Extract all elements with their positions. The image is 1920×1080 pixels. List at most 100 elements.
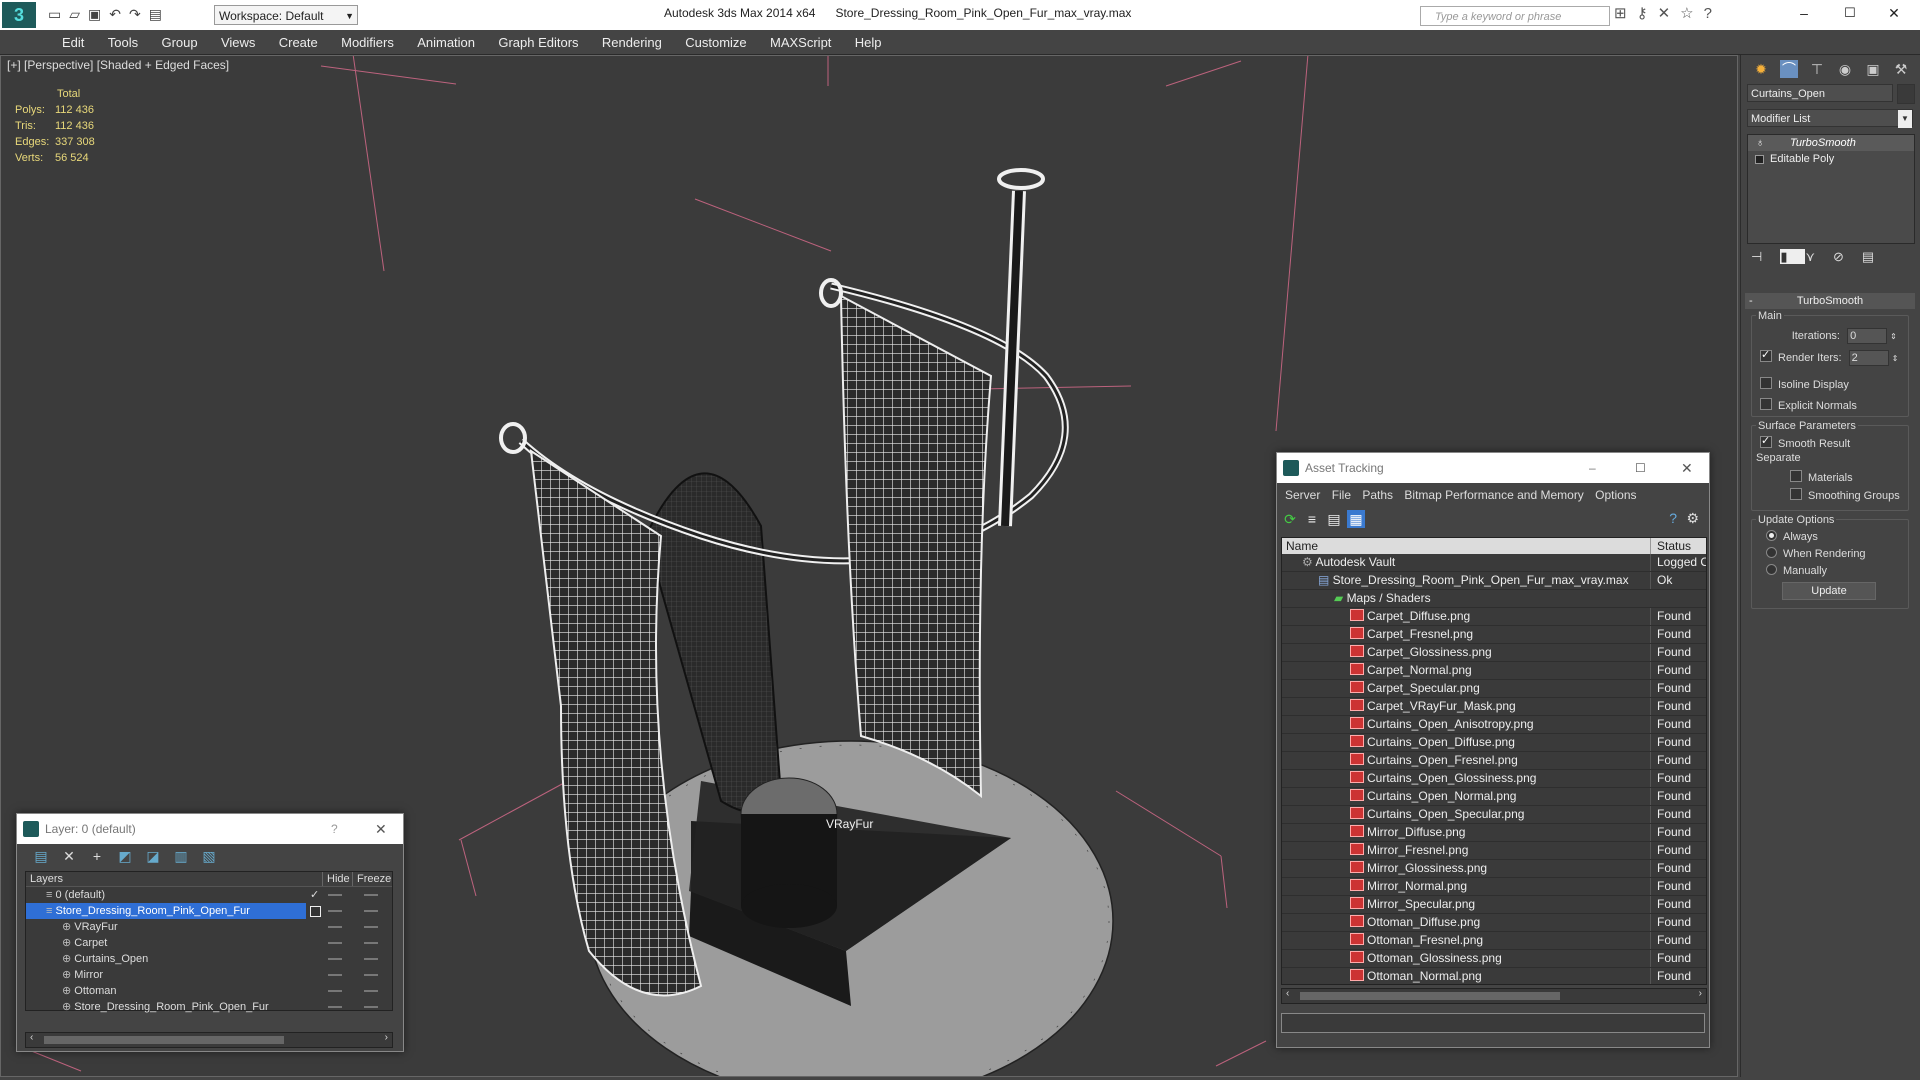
asset-row[interactable]: Carpet_Normal.png Found [1282,662,1706,680]
create-tab-icon[interactable]: ✹ [1752,60,1770,78]
asset-row[interactable]: Carpet_Fresnel.png Found [1282,626,1706,644]
menu-customize[interactable]: Customize [675,30,756,55]
col-hide[interactable]: Hide [322,872,350,886]
menu-group[interactable]: Group [151,30,207,55]
maximize-button[interactable]: ☐ [1836,0,1864,26]
asset-row[interactable]: Carpet_Specular.png Found [1282,680,1706,698]
hide-toggle[interactable] [328,990,342,992]
utilities-tab-icon[interactable]: ⚒ [1892,60,1910,78]
freeze-all-icon[interactable]: ▧ [200,847,218,865]
iterations-spinner[interactable]: 0 [1847,328,1888,344]
hide-toggle[interactable] [328,1006,342,1008]
app-logo[interactable]: 3 [2,2,36,28]
menu-animation[interactable]: Animation [407,30,485,55]
freeze-toggle[interactable] [364,942,378,944]
layer-window-titlebar[interactable]: Layer: 0 (default) ? ✕ [17,814,403,844]
update-button[interactable]: Update [1782,582,1876,600]
hide-toggle[interactable] [328,942,342,944]
tree-view-icon[interactable]: ▤ [1325,510,1343,528]
expand-icon[interactable] [1755,155,1764,164]
smoothing-groups-row[interactable]: Smoothing Groups [1790,488,1900,502]
freeze-toggle[interactable] [364,894,378,896]
scroll-thumb[interactable] [44,1036,284,1044]
always-row[interactable]: Always [1766,530,1818,543]
menu-create[interactable]: Create [269,30,328,55]
asset-row[interactable]: Mirror_Glossiness.png Found [1282,860,1706,878]
hide-toggle[interactable] [328,974,342,976]
asset-row[interactable]: Curtains_Open_Specular.png Found [1282,806,1706,824]
layer-row[interactable]: ⊕ Carpet [26,935,392,951]
hide-all-icon[interactable]: ▥ [172,847,190,865]
freeze-toggle[interactable] [364,910,378,912]
asset-path-field[interactable] [1281,1013,1705,1033]
menu-rendering[interactable]: Rendering [592,30,672,55]
configure-sets-icon[interactable]: ▤ [1862,249,1892,264]
menu-paths[interactable]: Paths [1358,488,1397,502]
binoculars-icon[interactable]: ⊞ [1614,5,1637,22]
vault-row[interactable]: ⚙ Autodesk Vault Logged Out [1282,554,1706,572]
modifier-list-select[interactable]: Modifier List ▼ [1747,109,1913,128]
menu-graph-editors[interactable]: Graph Editors [488,30,588,55]
menu-file[interactable]: File [1328,488,1355,502]
asset-row[interactable]: Mirror_Fresnel.png Found [1282,842,1706,860]
asset-row[interactable]: Curtains_Open_Anisotropy.png Found [1282,716,1706,734]
table-view-icon[interactable]: ▦ [1347,510,1365,528]
menu-tools[interactable]: Tools [98,30,148,55]
asset-row[interactable]: Mirror_Specular.png Found [1282,896,1706,914]
isoline-checkbox[interactable] [1760,377,1772,389]
menu-modifiers[interactable]: Modifiers [331,30,404,55]
hide-toggle[interactable] [328,958,342,960]
freeze-toggle[interactable] [364,990,378,992]
search-input[interactable]: Type a keyword or phrase [1420,6,1610,26]
explicit-normals-checkbox[interactable] [1760,398,1772,410]
stack-item-editable-poly[interactable]: Editable Poly [1748,151,1914,167]
asset-row[interactable]: Curtains_Open_Diffuse.png Found [1282,734,1706,752]
refresh-icon[interactable]: ⟳ [1281,510,1299,528]
hierarchy-tab-icon[interactable]: ⊤ [1808,60,1826,78]
create-layer-icon[interactable]: ▤ [32,847,50,865]
asset-row[interactable]: Curtains_Open_Normal.png Found [1282,788,1706,806]
motion-tab-icon[interactable]: ◉ [1836,60,1854,78]
open-file-icon[interactable]: ▱ [69,6,88,22]
maps-folder-row[interactable]: ▰ Maps / Shaders [1282,590,1706,608]
layer-row[interactable]: ⊕ Mirror [26,967,392,983]
layer-row[interactable]: ⊕ Store_Dressing_Room_Pink_Open_Fur [26,999,392,1015]
layer-row[interactable]: ⊕ Curtains_Open [26,951,392,967]
layer-row[interactable]: ⊕ Ottoman [26,983,392,999]
object-name-field[interactable]: Curtains_Open [1747,84,1893,102]
object-color-swatch[interactable] [1897,84,1915,104]
highlight-layer-icon[interactable]: ◪ [144,847,162,865]
menu-server[interactable]: Server [1281,488,1324,502]
col-status[interactable]: Status [1650,538,1691,554]
scroll-right-icon[interactable]: › [1699,988,1702,999]
set-current-icon[interactable] [310,906,321,917]
spinner-arrows-icon[interactable]: ⇕ [1892,354,1899,363]
select-objects-icon[interactable]: ◩ [116,847,134,865]
scroll-right-icon[interactable]: › [385,1032,388,1043]
render-iters-spinner[interactable]: 2 [1848,350,1889,366]
explicit-normals-row[interactable]: Explicit Normals [1760,398,1857,412]
freeze-toggle[interactable] [364,958,378,960]
close-icon[interactable]: ✕ [375,814,387,844]
close-button[interactable]: ✕ [1880,0,1908,26]
display-tab-icon[interactable]: ▣ [1864,60,1882,78]
list-view-icon[interactable]: ≡ [1303,510,1321,528]
key-icon[interactable]: ⚷ [1637,5,1658,22]
layer-row[interactable]: ⊕ VRayFur [26,919,392,935]
manually-radio[interactable] [1766,564,1777,575]
exchange-icon[interactable]: ✕ [1658,5,1681,22]
materials-row[interactable]: Materials [1790,470,1853,484]
help-icon[interactable]: ? [1669,510,1677,526]
remove-modifier-icon[interactable]: ⊘ [1833,249,1862,264]
scroll-left-icon[interactable]: ‹ [1286,988,1289,999]
add-to-layer-icon[interactable]: + [88,847,106,865]
modify-tab-icon[interactable]: ⌒ [1780,60,1798,78]
hide-toggle[interactable] [328,910,342,912]
menu-views[interactable]: Views [211,30,265,55]
asset-row[interactable]: Mirror_Normal.png Found [1282,878,1706,896]
asset-row[interactable]: Ottoman_Glossiness.png Found [1282,950,1706,968]
menu-help[interactable]: Help [845,30,892,55]
help-icon[interactable]: ? [331,814,338,844]
lightbulb-icon[interactable]: ♁ [1756,135,1764,151]
layer-row[interactable]: ≡ Store_Dressing_Room_Pink_Open_Fur [26,903,378,919]
